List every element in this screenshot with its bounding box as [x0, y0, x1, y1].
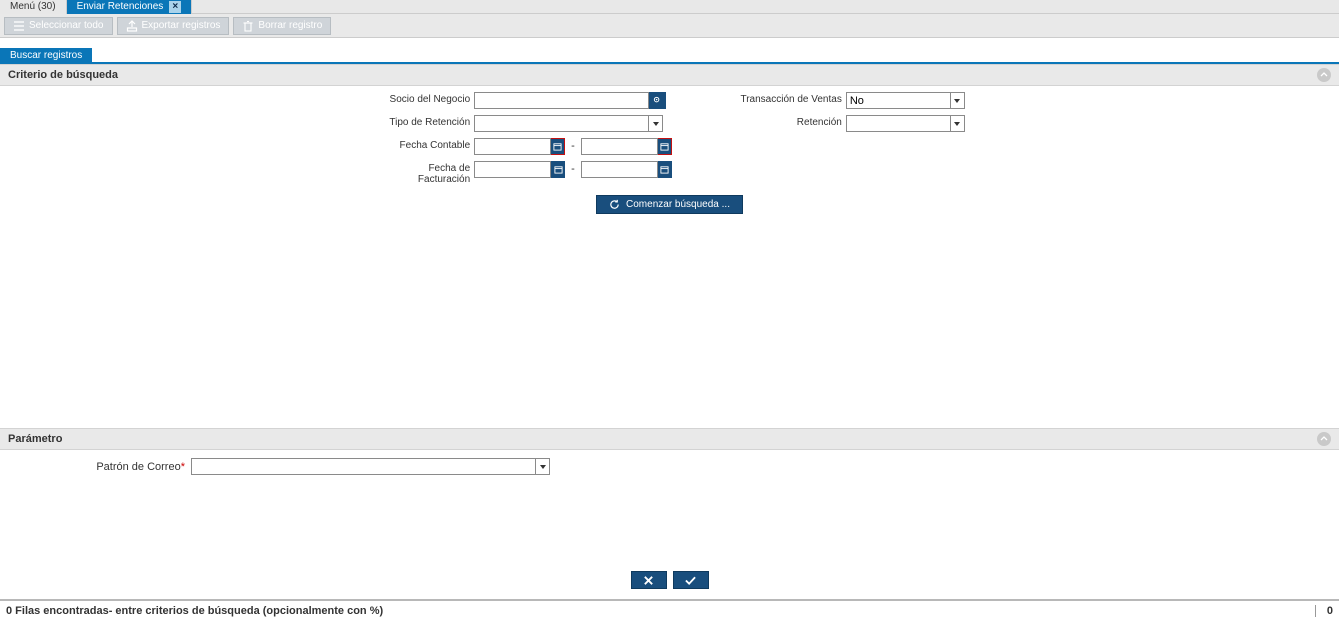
field-retencion: Retención: [712, 115, 965, 132]
calendar-icon[interactable]: [551, 161, 565, 178]
calendar-icon[interactable]: [551, 138, 565, 155]
export-button[interactable]: Exportar registros: [117, 17, 230, 35]
start-search-button[interactable]: Comenzar búsqueda ...: [596, 195, 743, 214]
status-count: 0: [1315, 605, 1333, 617]
tipo-retencion-input[interactable]: [474, 115, 649, 132]
status-bar: 0 Filas encontradas- entre criterios de …: [0, 599, 1339, 621]
ok-button[interactable]: [673, 571, 709, 589]
field-tipo-retencion: Tipo de Retención: [374, 115, 672, 132]
field-transaccion-ventas: Transacción de Ventas: [712, 92, 965, 109]
param-header: Parámetro: [0, 428, 1339, 450]
fecha-fact-to-input[interactable]: [581, 161, 658, 178]
trash-icon: [242, 20, 254, 32]
field-fecha-facturacion: Fecha de Facturación -: [374, 161, 672, 185]
fecha-contable-from-input[interactable]: [474, 138, 551, 155]
trans-ventas-input[interactable]: [846, 92, 951, 109]
label-patron-correo: Patrón de Correo*: [40, 461, 185, 473]
search-row: Comenzar búsqueda ...: [0, 191, 1339, 224]
start-search-label: Comenzar búsqueda ...: [626, 199, 730, 210]
field-fecha-contable: Fecha Contable -: [374, 138, 672, 155]
tab-menu[interactable]: Menú (30): [0, 0, 67, 14]
status-text: 0 Filas encontradas- entre criterios de …: [6, 605, 383, 617]
tab-active-label: Enviar Retenciones: [77, 0, 164, 14]
toolbar: Seleccionar todo Exportar registros Borr…: [0, 14, 1339, 38]
param-body: Patrón de Correo*: [0, 450, 1339, 483]
select-all-button[interactable]: Seleccionar todo: [4, 17, 113, 35]
tab-menu-label: Menú (30): [10, 0, 56, 14]
close-icon[interactable]: ×: [169, 1, 181, 13]
calendar-icon[interactable]: [658, 138, 672, 155]
label-fecha-fact: Fecha de Facturación: [374, 161, 470, 185]
range-separator: -: [569, 138, 577, 155]
close-icon: [642, 575, 655, 586]
export-icon: [126, 20, 138, 32]
lookup-icon[interactable]: [649, 92, 666, 109]
bottom-actions: [0, 571, 1339, 589]
param-title: Parámetro: [8, 433, 62, 445]
patron-correo-input[interactable]: [191, 458, 536, 475]
select-all-label: Seleccionar todo: [29, 20, 104, 31]
label-fecha-cont: Fecha Contable: [374, 138, 470, 151]
label-trans-ventas: Transacción de Ventas: [712, 92, 842, 105]
subtab-buscar-registros[interactable]: Buscar registros: [0, 48, 92, 62]
export-label: Exportar registros: [142, 20, 221, 31]
window-tabs: Menú (30) Enviar Retenciones ×: [0, 0, 1339, 14]
socio-input[interactable]: [474, 92, 649, 109]
chevron-down-icon[interactable]: [649, 115, 663, 132]
list-icon: [13, 20, 25, 32]
subtab-bar: Buscar registros: [0, 48, 1339, 64]
check-icon: [684, 575, 697, 586]
criteria-title: Criterio de búsqueda: [8, 69, 118, 81]
fecha-fact-from-input[interactable]: [474, 161, 551, 178]
chevron-down-icon[interactable]: [951, 115, 965, 132]
chevron-down-icon[interactable]: [951, 92, 965, 109]
delete-button[interactable]: Borrar registro: [233, 17, 331, 35]
retencion-input[interactable]: [846, 115, 951, 132]
subtab-label: Buscar registros: [10, 50, 82, 61]
tab-enviar-retenciones[interactable]: Enviar Retenciones ×: [67, 0, 193, 14]
cancel-button[interactable]: [631, 571, 667, 589]
fecha-contable-to-input[interactable]: [581, 138, 658, 155]
field-patron-correo: Patrón de Correo*: [40, 458, 1299, 475]
collapse-icon[interactable]: [1317, 432, 1331, 446]
refresh-icon: [609, 199, 620, 210]
required-asterisk: *: [181, 461, 185, 473]
label-socio: Socio del Negocio: [374, 92, 470, 105]
criteria-body: Socio del Negocio Tipo de Retención Fe: [0, 86, 1339, 191]
range-separator: -: [569, 161, 577, 178]
delete-label: Borrar registro: [258, 20, 322, 31]
collapse-icon[interactable]: [1317, 68, 1331, 82]
calendar-icon[interactable]: [658, 161, 672, 178]
label-tipo-ret: Tipo de Retención: [374, 115, 470, 128]
field-socio-negocio: Socio del Negocio: [374, 92, 672, 109]
label-retencion: Retención: [712, 115, 842, 128]
criteria-header: Criterio de búsqueda: [0, 64, 1339, 86]
chevron-down-icon[interactable]: [536, 458, 550, 475]
